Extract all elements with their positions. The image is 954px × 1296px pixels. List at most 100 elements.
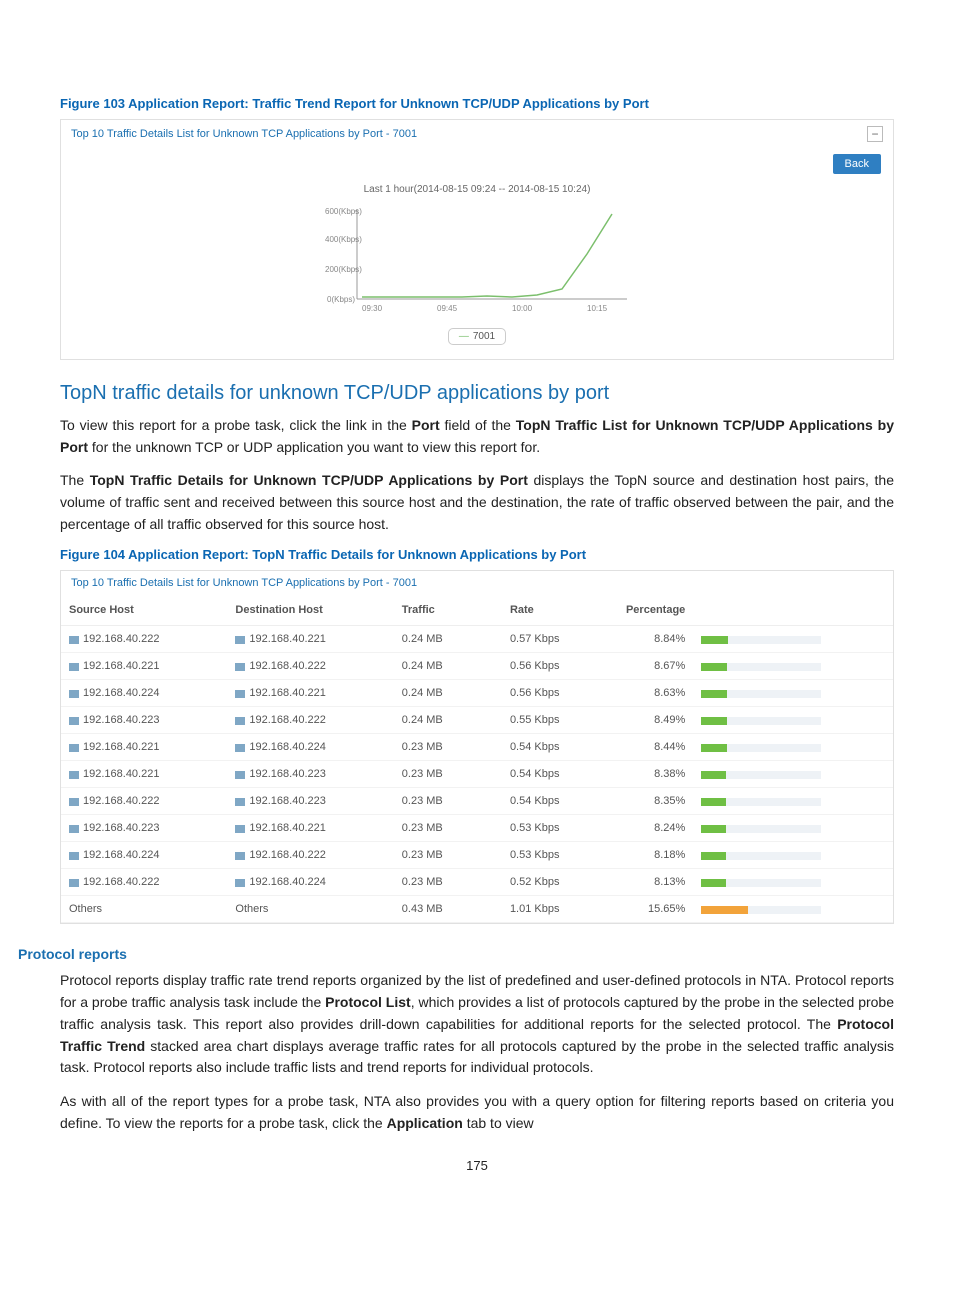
cell-destination-host[interactable]: 192.168.40.221 xyxy=(227,815,393,842)
svg-text:10:00: 10:00 xyxy=(512,304,533,313)
col-rate[interactable]: Rate xyxy=(502,595,610,626)
cell-rate: 0.55 Kbps xyxy=(502,707,610,734)
protocol-reports-heading: Protocol reports xyxy=(18,946,894,962)
table-row: 192.168.40.223192.168.40.2210.23 MB0.53 … xyxy=(61,815,893,842)
svg-text:09:30: 09:30 xyxy=(362,304,383,313)
cell-percentage: 8.24% xyxy=(610,815,693,842)
col-destination-host[interactable]: Destination Host xyxy=(227,595,393,626)
cell-destination-host[interactable]: 192.168.40.224 xyxy=(227,734,393,761)
cell-source-host[interactable]: 192.168.40.221 xyxy=(61,734,227,761)
cell-traffic: 0.23 MB xyxy=(394,815,502,842)
cell-traffic: 0.24 MB xyxy=(394,653,502,680)
cell-source-host[interactable]: 192.168.40.223 xyxy=(61,815,227,842)
host-icon xyxy=(235,771,245,779)
host-icon xyxy=(235,717,245,725)
col-traffic[interactable]: Traffic xyxy=(394,595,502,626)
cell-destination-host[interactable]: 192.168.40.224 xyxy=(227,869,393,896)
line-chart-svg: Avg Rate in 10 Minutes(Kbps) 0(Kbps) 200… xyxy=(307,199,647,319)
host-icon xyxy=(69,771,79,779)
host-icon xyxy=(69,744,79,752)
section1-p1: To view this report for a probe task, cl… xyxy=(60,415,894,458)
table-row: 192.168.40.222192.168.40.2210.24 MB0.57 … xyxy=(61,626,893,653)
table-row: 192.168.40.221192.168.40.2240.23 MB0.54 … xyxy=(61,734,893,761)
series-7001-line xyxy=(362,214,612,297)
svg-text:10:15: 10:15 xyxy=(587,304,608,313)
cell-destination-host[interactable]: Others xyxy=(227,896,393,923)
host-icon xyxy=(69,663,79,671)
cell-bar xyxy=(693,896,893,923)
table-row: 192.168.40.221192.168.40.2220.24 MB0.56 … xyxy=(61,653,893,680)
cell-destination-host[interactable]: 192.168.40.223 xyxy=(227,761,393,788)
cell-rate: 1.01 Kbps xyxy=(502,896,610,923)
cell-source-host[interactable]: 192.168.40.221 xyxy=(61,761,227,788)
chart-title: Last 1 hour(2014-08-15 09:24 -- 2014-08-… xyxy=(61,184,893,195)
traffic-trend-chart: Last 1 hour(2014-08-15 09:24 -- 2014-08-… xyxy=(61,174,893,359)
cell-percentage: 8.67% xyxy=(610,653,693,680)
figure-104-panel: Top 10 Traffic Details List for Unknown … xyxy=(60,570,894,924)
cell-bar xyxy=(693,815,893,842)
cell-bar xyxy=(693,788,893,815)
cell-percentage: 8.49% xyxy=(610,707,693,734)
cell-percentage: 8.18% xyxy=(610,842,693,869)
cell-rate: 0.57 Kbps xyxy=(502,626,610,653)
figure-103-panel: Top 10 Traffic Details List for Unknown … xyxy=(60,119,894,360)
cell-source-host[interactable]: 192.168.40.222 xyxy=(61,626,227,653)
panel-title: Top 10 Traffic Details List for Unknown … xyxy=(71,128,417,140)
cell-percentage: 8.35% xyxy=(610,788,693,815)
host-icon xyxy=(69,852,79,860)
col-percentage[interactable]: Percentage xyxy=(610,595,693,626)
cell-source-host[interactable]: 192.168.40.224 xyxy=(61,680,227,707)
cell-source-host[interactable]: 192.168.40.222 xyxy=(61,869,227,896)
cell-destination-host[interactable]: 192.168.40.221 xyxy=(227,626,393,653)
cell-rate: 0.54 Kbps xyxy=(502,788,610,815)
host-icon xyxy=(69,717,79,725)
cell-rate: 0.54 Kbps xyxy=(502,761,610,788)
cell-destination-host[interactable]: 192.168.40.222 xyxy=(227,707,393,734)
cell-bar xyxy=(693,842,893,869)
panel-title-104: Top 10 Traffic Details List for Unknown … xyxy=(71,577,417,589)
back-button[interactable]: Back xyxy=(833,154,881,174)
svg-text:0(Kbps): 0(Kbps) xyxy=(327,295,355,304)
cell-traffic: 0.23 MB xyxy=(394,842,502,869)
cell-bar xyxy=(693,869,893,896)
cell-traffic: 0.24 MB xyxy=(394,707,502,734)
cell-rate: 0.53 Kbps xyxy=(502,842,610,869)
host-icon xyxy=(235,852,245,860)
host-icon xyxy=(235,798,245,806)
cell-source-host[interactable]: 192.168.40.222 xyxy=(61,788,227,815)
host-icon xyxy=(235,636,245,644)
cell-source-host[interactable]: Others xyxy=(61,896,227,923)
cell-destination-host[interactable]: 192.168.40.222 xyxy=(227,842,393,869)
collapse-icon[interactable]: − xyxy=(867,126,883,142)
cell-source-host[interactable]: 192.168.40.223 xyxy=(61,707,227,734)
cell-source-host[interactable]: 192.168.40.221 xyxy=(61,653,227,680)
cell-rate: 0.52 Kbps xyxy=(502,869,610,896)
traffic-details-table: Source Host Destination Host Traffic Rat… xyxy=(61,595,893,923)
cell-traffic: 0.24 MB xyxy=(394,626,502,653)
cell-traffic: 0.23 MB xyxy=(394,788,502,815)
host-icon xyxy=(235,879,245,887)
chart-legend: 7001 xyxy=(448,328,506,345)
cell-source-host[interactable]: 192.168.40.224 xyxy=(61,842,227,869)
cell-destination-host[interactable]: 192.168.40.221 xyxy=(227,680,393,707)
cell-destination-host[interactable]: 192.168.40.222 xyxy=(227,653,393,680)
cell-bar xyxy=(693,653,893,680)
svg-text:09:45: 09:45 xyxy=(437,304,458,313)
table-row: 192.168.40.224192.168.40.2220.23 MB0.53 … xyxy=(61,842,893,869)
cell-destination-host[interactable]: 192.168.40.223 xyxy=(227,788,393,815)
col-source-host[interactable]: Source Host xyxy=(61,595,227,626)
cell-traffic: 0.24 MB xyxy=(394,680,502,707)
table-row: 192.168.40.224192.168.40.2210.24 MB0.56 … xyxy=(61,680,893,707)
cell-bar xyxy=(693,707,893,734)
cell-traffic: 0.23 MB xyxy=(394,734,502,761)
cell-rate: 0.56 Kbps xyxy=(502,653,610,680)
host-icon xyxy=(235,825,245,833)
cell-percentage: 8.84% xyxy=(610,626,693,653)
host-icon xyxy=(69,636,79,644)
section1-p2: The TopN Traffic Details for Unknown TCP… xyxy=(60,470,894,535)
host-icon xyxy=(235,744,245,752)
cell-bar xyxy=(693,680,893,707)
host-icon xyxy=(69,879,79,887)
cell-traffic: 0.23 MB xyxy=(394,761,502,788)
cell-percentage: 8.38% xyxy=(610,761,693,788)
